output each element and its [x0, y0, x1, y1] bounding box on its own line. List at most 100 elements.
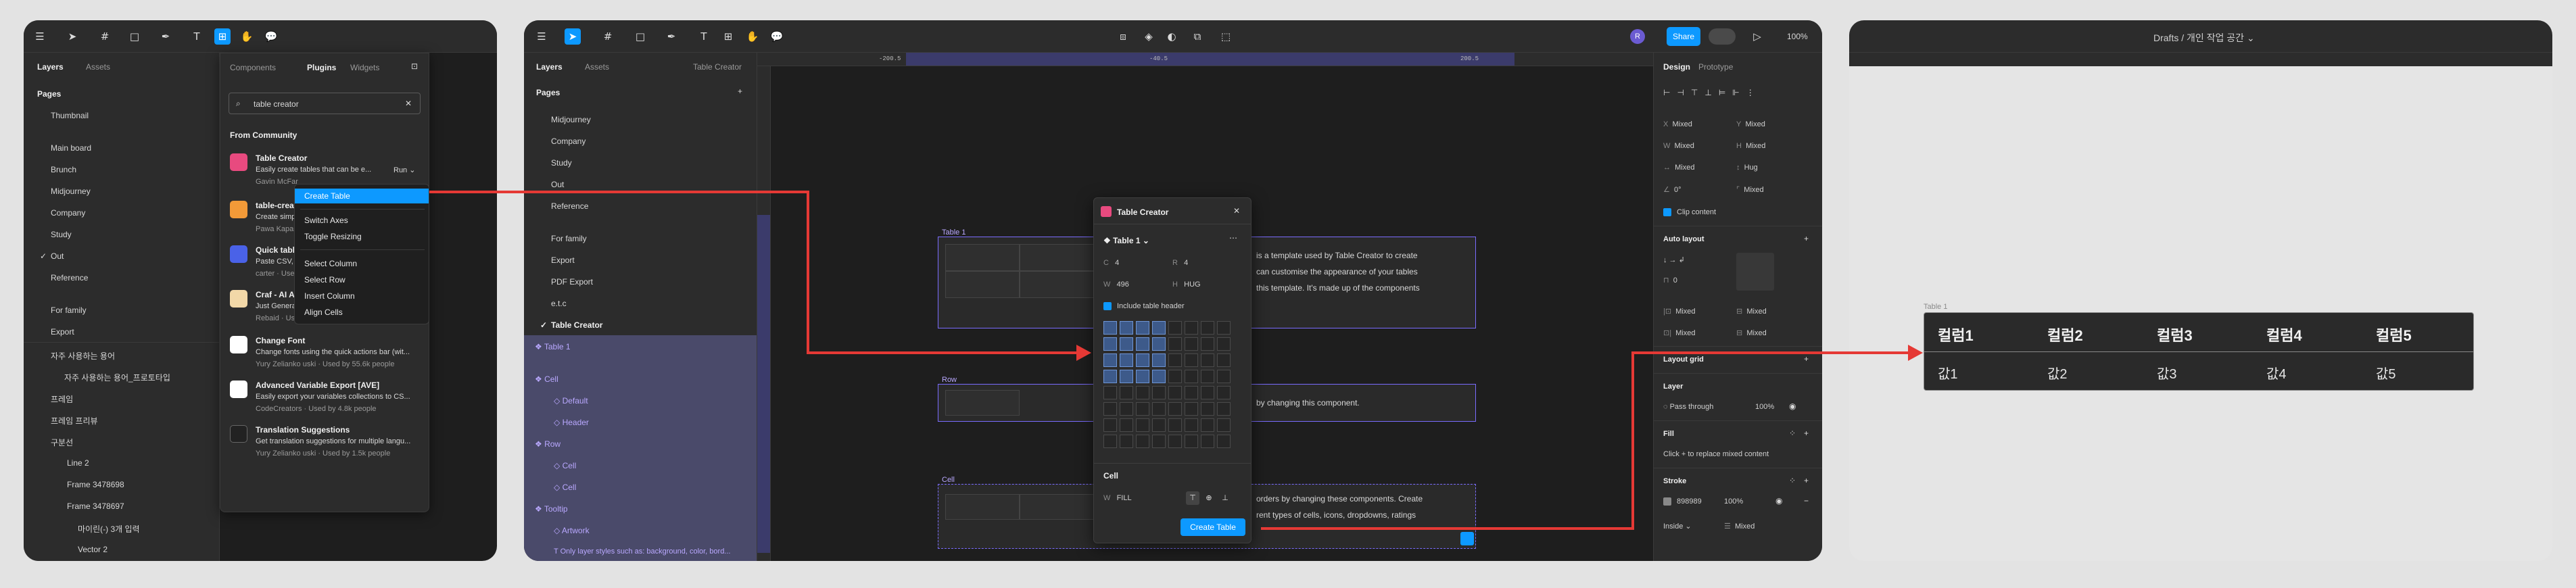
layer-item[interactable]: Vector 2 — [78, 545, 108, 554]
menu-select-column[interactable]: Select Column — [304, 259, 357, 268]
crop-icon[interactable]: ⧈ — [1115, 28, 1131, 45]
grid-cell[interactable] — [1152, 370, 1166, 383]
grid-cell[interactable] — [1217, 337, 1231, 351]
shape-tool-icon[interactable]: □ — [632, 28, 648, 45]
add-icon[interactable]: + — [1804, 234, 1809, 243]
layer-opacity[interactable]: 100% — [1755, 403, 1774, 411]
grid-cell[interactable] — [1103, 337, 1117, 351]
grid-cell[interactable] — [1136, 402, 1149, 416]
plugins-tab[interactable]: Plugins — [307, 63, 336, 72]
width-field[interactable]: W 496 — [1103, 280, 1129, 289]
plugin-name[interactable]: Change Font — [256, 336, 305, 345]
add-page-icon[interactable]: + — [738, 87, 742, 96]
page-item[interactable]: Study — [551, 158, 572, 168]
breadcrumb[interactable]: Drafts / 개인 작업 공간 ⌄ — [2153, 31, 2255, 45]
page-item[interactable]: Reference — [51, 273, 88, 283]
grid-cell[interactable] — [1201, 402, 1214, 416]
grid-cell[interactable] — [1152, 435, 1166, 448]
resizing-w-field[interactable]: ↔ Mixed — [1663, 164, 1694, 172]
grid-cell[interactable] — [1185, 370, 1198, 383]
page-item[interactable]: Study — [51, 230, 72, 239]
corner-radius-field[interactable]: ⌜ Mixed — [1736, 185, 1764, 194]
direction-icons[interactable]: ↓ → ↲ — [1663, 255, 1685, 264]
avatar[interactable]: R — [1630, 29, 1645, 44]
layer-item[interactable]: 프레임 — [51, 393, 73, 405]
grid-cell[interactable] — [1217, 386, 1231, 399]
grid-cell[interactable] — [1136, 337, 1149, 351]
grid-cell[interactable] — [1120, 370, 1133, 383]
assets-tab[interactable]: Assets — [86, 62, 110, 72]
padding-v-field[interactable]: ⊟ Mixed — [1736, 307, 1767, 316]
grid-cell[interactable] — [1152, 321, 1166, 335]
grid-cell[interactable] — [1152, 402, 1166, 416]
blend-mode-select[interactable]: ◌ Pass through — [1663, 403, 1713, 411]
generated-table[interactable]: 컬럼1 컬럼2 컬럼3 컬럼4 컬럼5 값1 값2 값3 값4 값5 — [1924, 312, 2474, 391]
grid-cell[interactable] — [1152, 418, 1166, 432]
grid-cell[interactable] — [1185, 435, 1198, 448]
stroke-swatch[interactable] — [1663, 497, 1671, 506]
add-icon[interactable]: + — [1804, 354, 1809, 364]
styles-icon[interactable]: ⁘ — [1789, 428, 1796, 438]
stroke-hex[interactable]: 898989 — [1677, 497, 1702, 506]
menu-create-table[interactable]: Create Table — [304, 191, 350, 201]
hand-tool-icon[interactable]: ✋ — [239, 28, 255, 45]
share-button[interactable]: Share — [1667, 27, 1700, 46]
grid-cell[interactable] — [1201, 337, 1214, 351]
menu-insert-column[interactable]: Insert Column — [304, 291, 355, 301]
page-item[interactable]: Company — [51, 208, 85, 218]
grid-cell[interactable] — [1185, 337, 1198, 351]
widgets-tab[interactable]: Widgets — [350, 63, 379, 72]
align-middle-icon[interactable]: ⊕ — [1202, 491, 1216, 505]
grid-cell[interactable] — [1201, 321, 1214, 335]
grid-cell[interactable] — [1152, 386, 1166, 399]
grid-cell[interactable] — [1185, 321, 1198, 335]
dev-mode-toggle[interactable] — [1709, 28, 1736, 45]
alignment-box[interactable] — [1736, 253, 1774, 291]
layer-section[interactable]: ❖ Table 1 — [535, 342, 571, 351]
layer-section[interactable]: ❖ Tooltip — [535, 504, 568, 514]
menu-select-row[interactable]: Select Row — [304, 275, 345, 285]
design-tab[interactable]: Design — [1663, 62, 1690, 72]
file-name[interactable]: Table Creator — [693, 62, 742, 72]
panel-toggle-icon[interactable]: ⊡ — [411, 62, 418, 71]
grid-cell[interactable] — [1120, 337, 1133, 351]
search-input[interactable]: ⌕ table creator ✕ — [229, 93, 421, 114]
page-item[interactable]: Brunch — [51, 165, 76, 174]
plugin-name[interactable]: Translation Suggestions — [256, 425, 350, 435]
grid-cell[interactable] — [1217, 435, 1231, 448]
menu-switch-axes[interactable]: Switch Axes — [304, 216, 348, 225]
pen-tool-icon[interactable]: ✒ — [663, 28, 679, 45]
grid-cell[interactable] — [1103, 370, 1117, 383]
comment-tool-icon[interactable]: 💬 — [769, 28, 785, 45]
layers-tab[interactable]: Layers — [37, 62, 64, 72]
grid-cell[interactable] — [1103, 435, 1117, 448]
run-button[interactable]: Run ⌄ — [393, 166, 415, 174]
layers-tab[interactable]: Layers — [536, 62, 563, 72]
h-field[interactable]: H Mixed — [1736, 142, 1765, 150]
stroke-opacity[interactable]: 100% — [1724, 497, 1743, 506]
align-bottom-icon[interactable]: ⊥ — [1218, 491, 1232, 505]
page-item[interactable]: PDF Export — [551, 277, 593, 287]
plugin-name[interactable]: Craf - AI Ar — [256, 290, 297, 299]
frame-selection-icon[interactable]: ⬚ — [1218, 28, 1234, 45]
cell-width-field[interactable]: W FILL — [1103, 494, 1132, 502]
grid-cell[interactable] — [1168, 337, 1182, 351]
hand-tool-icon[interactable]: ✋ — [744, 28, 761, 45]
grid-cell[interactable] — [1120, 402, 1133, 416]
grid-cell[interactable] — [1120, 435, 1133, 448]
text-tool-icon[interactable]: T — [696, 28, 712, 45]
page-item[interactable]: Reference — [551, 201, 588, 211]
page-item[interactable]: Out — [551, 180, 564, 189]
grid-cell[interactable] — [1136, 370, 1149, 383]
grid-cell[interactable] — [1201, 435, 1214, 448]
add-icon[interactable]: + — [1804, 428, 1809, 438]
grid-cell[interactable] — [1120, 386, 1133, 399]
play-icon[interactable]: ▷ — [1749, 28, 1765, 45]
prototype-tab[interactable]: Prototype — [1698, 62, 1733, 72]
stroke-position[interactable]: Inside ⌄ — [1663, 522, 1692, 531]
layer-item[interactable]: ◇ Artwork — [554, 526, 590, 535]
styles-icon[interactable]: ⁘ — [1789, 476, 1796, 485]
padding-h-field[interactable]: |⊡ Mixed — [1663, 307, 1696, 316]
grid-cell[interactable] — [1185, 386, 1198, 399]
component-icon[interactable]: ◈ — [1141, 28, 1157, 45]
